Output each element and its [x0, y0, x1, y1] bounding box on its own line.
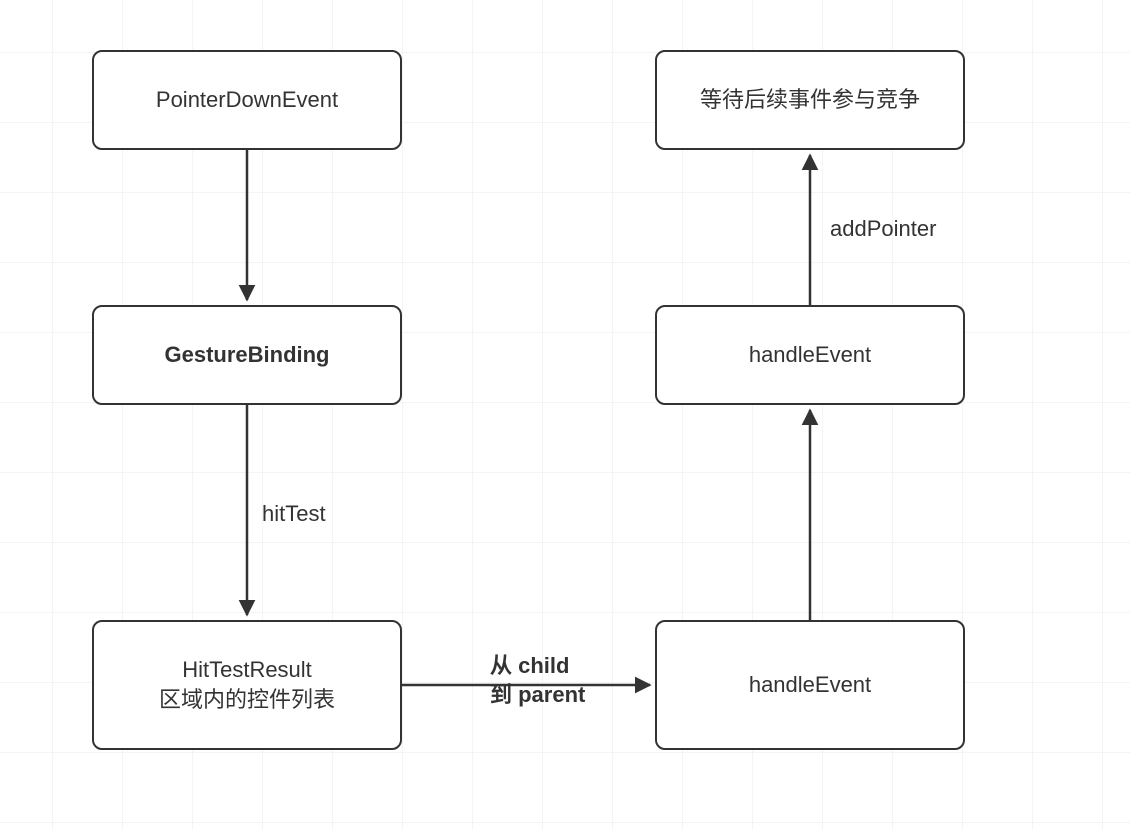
- node-pointer-down-event: PointerDownEvent: [92, 50, 402, 150]
- node-label: handleEvent: [749, 670, 871, 700]
- edge-text-line1: 从 child: [490, 652, 585, 681]
- edge-label-hittest: hitTest: [262, 500, 326, 529]
- node-handle-event-upper: handleEvent: [655, 305, 965, 405]
- node-label-line1: HitTestResult: [182, 655, 312, 685]
- node-handle-event-lower: handleEvent: [655, 620, 965, 750]
- node-label: 等待后续事件参与竞争: [700, 85, 920, 115]
- edge-text-line2: 到 parent: [490, 681, 585, 710]
- node-label: handleEvent: [749, 340, 871, 370]
- node-label: PointerDownEvent: [156, 85, 338, 115]
- node-gesture-binding: GestureBinding: [92, 305, 402, 405]
- node-label-line2: 区域内的控件列表: [159, 685, 335, 715]
- diagram-canvas: PointerDownEvent GestureBinding HitTestR…: [0, 0, 1130, 830]
- node-wait-compete: 等待后续事件参与竞争: [655, 50, 965, 150]
- edge-label-child-to-parent: 从 child 到 parent: [490, 652, 585, 709]
- edge-text: hitTest: [262, 501, 326, 526]
- edge-label-addpointer: addPointer: [830, 215, 936, 244]
- node-label: GestureBinding: [164, 340, 329, 370]
- edge-text: addPointer: [830, 216, 936, 241]
- node-hit-test-result: HitTestResult 区域内的控件列表: [92, 620, 402, 750]
